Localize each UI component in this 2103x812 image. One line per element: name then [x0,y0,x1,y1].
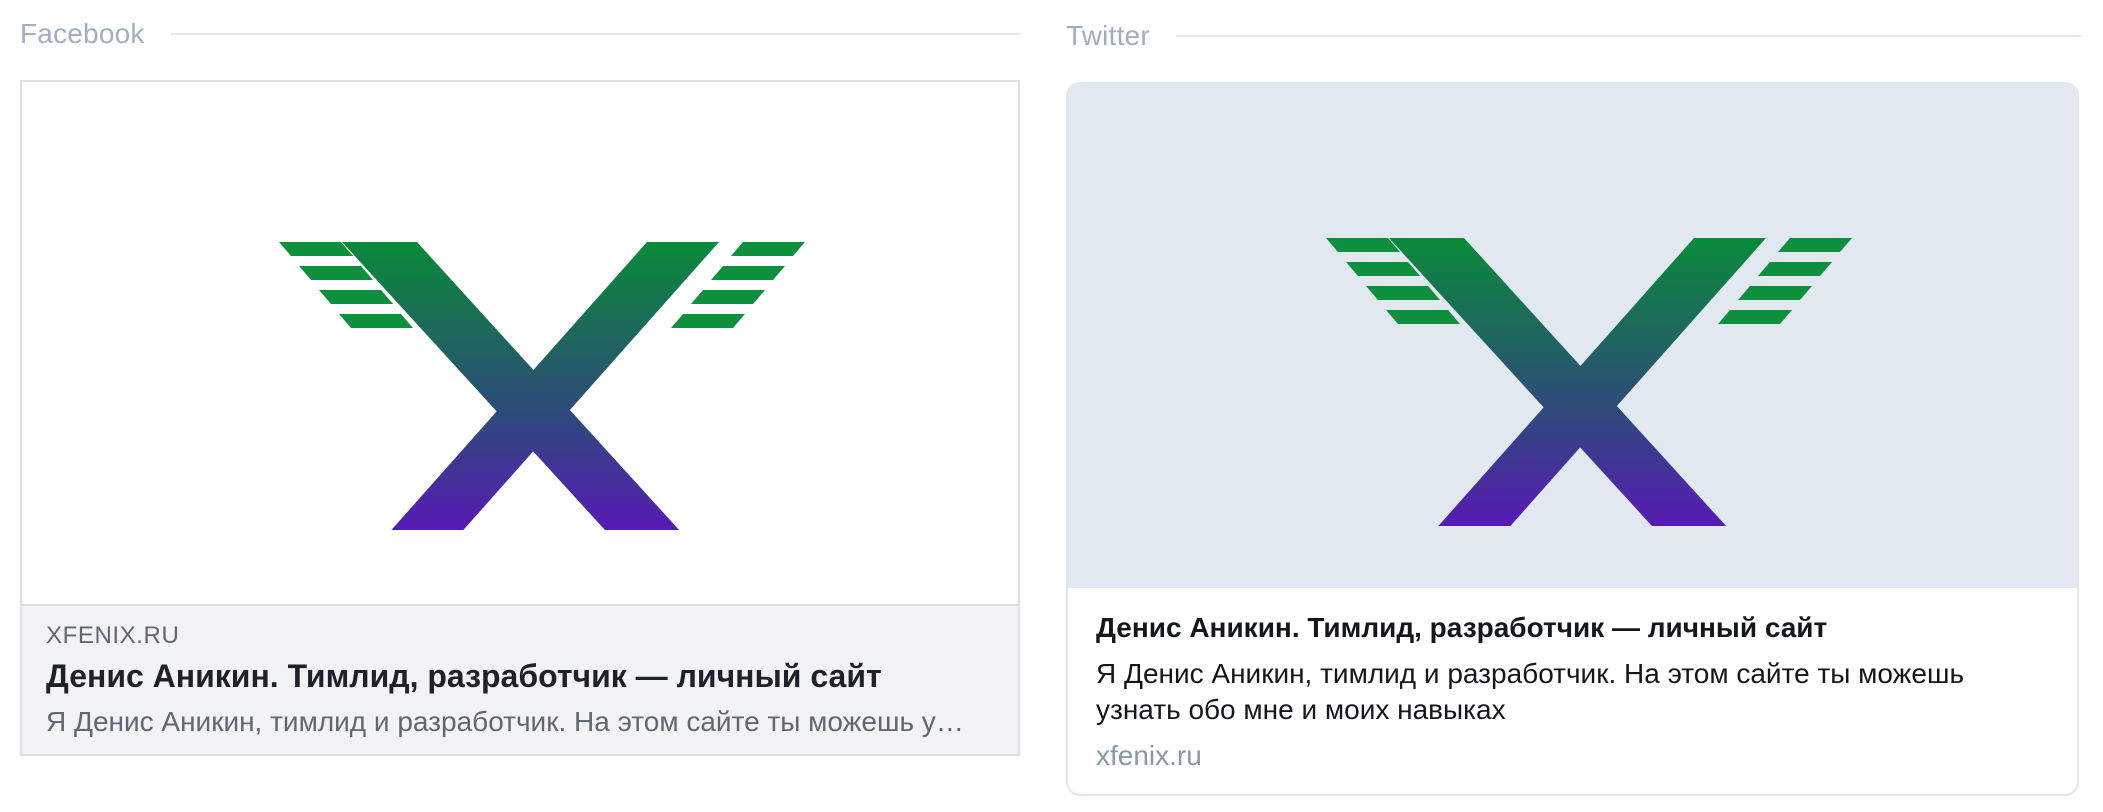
twitter-card-domain: xfenix.ru [1096,740,1202,771]
facebook-link-card[interactable]: XFENIX.RU Денис Аникин. Тимлид, разработ… [20,80,1020,756]
facebook-card-body: XFENIX.RU Денис Аникин. Тимлид, разработ… [22,606,1018,754]
facebook-heading: Facebook [20,14,1020,54]
twitter-card-title[interactable]: Денис Аникин. Тимлид, разработчик — личн… [1096,612,1827,644]
facebook-heading-divider [170,33,1020,35]
facebook-card-domain: XFENIX.RU [46,622,180,649]
twitter-card-description: Я Денис Аникин, тимлид и разработчик. На… [1096,658,1965,725]
twitter-heading: Twitter [1066,16,2081,56]
xfenix-logo [279,242,805,530]
facebook-section-label: Facebook [20,18,145,49]
twitter-heading-divider [1175,35,2081,37]
twitter-card-body: Денис Аникин. Тимлид, разработчик — личн… [1068,588,2077,794]
facebook-card-description: Я Денис Аникин, тимлид и разработчик. На… [46,706,966,737]
twitter-card-image [1068,84,2077,588]
xfenix-logo [1326,238,1852,526]
twitter-section-label: Twitter [1066,20,1150,51]
facebook-card-image [22,82,1018,606]
twitter-link-card[interactable]: Денис Аникин. Тимлид, разработчик — личн… [1066,82,2079,796]
facebook-card-title[interactable]: Денис Аникин. Тимлид, разработчик — личн… [46,658,882,695]
